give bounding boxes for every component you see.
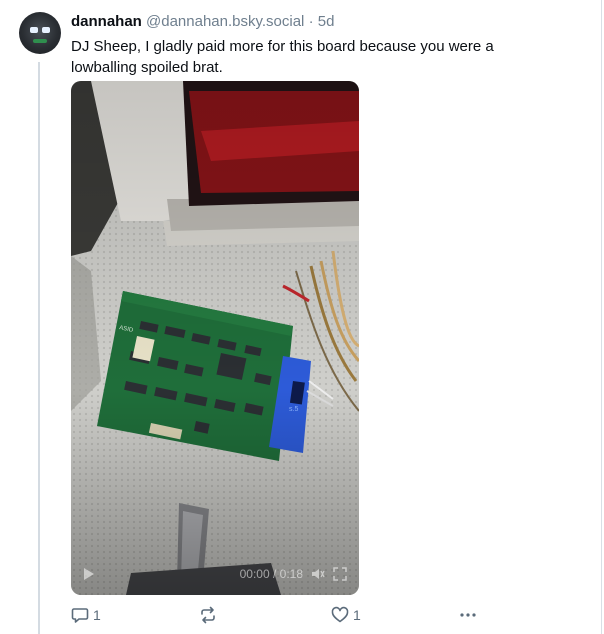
- post-text: DJ Sheep, I gladly paid more for this bo…: [71, 38, 494, 76]
- avatar-eye: [42, 27, 50, 33]
- post-actions: 1 1: [71, 604, 491, 626]
- author-handle[interactable]: @dannahan.bsky.social: [146, 13, 304, 30]
- separator-dot: ·: [308, 13, 314, 30]
- reply-button[interactable]: 1: [71, 604, 101, 626]
- avatar[interactable]: [19, 12, 61, 54]
- video-time: 00:00 / 0:18: [239, 567, 303, 581]
- avatar-mouth: [33, 39, 47, 43]
- video-embed[interactable]: ASID s.5 00:00 / 0:18: [71, 81, 359, 595]
- fullscreen-icon[interactable]: [333, 567, 347, 581]
- repost-arrows-icon: [201, 606, 215, 624]
- video-frame: ASID s.5: [71, 81, 359, 595]
- thread-line: [38, 62, 40, 634]
- reply-count: 1: [93, 607, 101, 623]
- frame-border: [601, 0, 602, 634]
- avatar-eye: [30, 27, 38, 33]
- volume-icon[interactable]: [311, 567, 325, 581]
- speech-bubble-icon: [71, 608, 89, 623]
- like-button[interactable]: 1: [331, 604, 361, 626]
- play-icon[interactable]: [83, 567, 95, 581]
- ellipsis-icon: [460, 613, 476, 617]
- video-controls: 00:00 / 0:18: [71, 553, 359, 595]
- post-header: dannahan @dannahan.bsky.social · 5d: [71, 13, 334, 31]
- heart-icon: [331, 606, 349, 623]
- post-timestamp[interactable]: 5d: [318, 13, 335, 30]
- like-count: 1: [353, 607, 361, 623]
- repost-button[interactable]: [199, 604, 221, 626]
- author-display-name[interactable]: dannahan: [71, 13, 142, 30]
- more-options-button[interactable]: [459, 604, 477, 626]
